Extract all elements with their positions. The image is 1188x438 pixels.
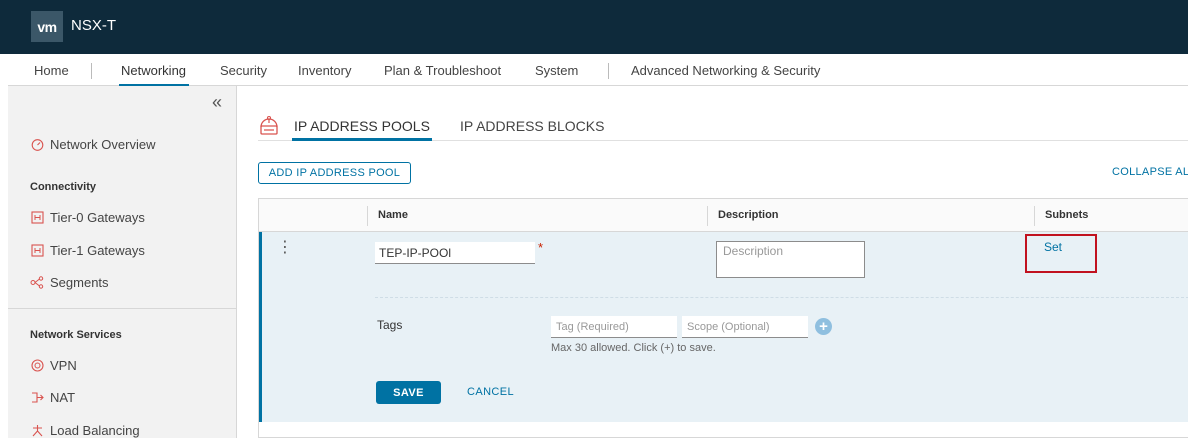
tag-input[interactable]	[551, 316, 677, 338]
tab-ip-address-pools[interactable]: IP ADDRESS POOLS	[292, 118, 432, 141]
gateway-icon	[30, 211, 44, 225]
set-subnets-link[interactable]: Set	[1044, 240, 1062, 254]
column-header-name[interactable]: Name	[378, 209, 408, 221]
nav-inventory[interactable]: Inventory	[298, 63, 351, 78]
sidebar: « Network Overview Connectivity Tier-0 G…	[8, 86, 237, 438]
row-divider	[375, 297, 1188, 298]
column-divider	[1034, 206, 1035, 226]
vmware-logo: vm	[31, 11, 63, 42]
required-indicator: *	[538, 240, 544, 255]
sidebar-section-network-services: Network Services	[30, 329, 122, 341]
sidebar-item-segments[interactable]: Segments	[30, 275, 109, 290]
row-actions-icon[interactable]: ⋮	[277, 240, 293, 256]
sidebar-item-label: Tier-1 Gateways	[50, 243, 145, 258]
nav-security[interactable]: Security	[220, 63, 267, 78]
column-divider	[367, 206, 368, 226]
collapse-sidebar-icon[interactable]: «	[212, 92, 222, 113]
app-title: NSX-T	[71, 17, 116, 34]
sidebar-item-label: NAT	[50, 390, 76, 405]
nav-home[interactable]: Home	[34, 63, 69, 78]
ip-pools-grid: Name Description Subnets ⋮ * Set Tags + …	[258, 198, 1188, 438]
row-selection-indicator	[259, 232, 262, 422]
grid-header: Name Description Subnets	[259, 199, 1188, 232]
sidebar-item-network-overview[interactable]: Network Overview	[30, 137, 155, 152]
column-header-subnets[interactable]: Subnets	[1045, 209, 1088, 221]
gateway-icon	[30, 244, 44, 258]
main-nav: Home Networking Security Inventory Plan …	[8, 54, 1188, 87]
sidebar-item-nat[interactable]: NAT	[30, 390, 75, 405]
sidebar-item-label: Tier-0 Gateways	[50, 210, 145, 225]
nav-divider	[91, 63, 92, 79]
tab-bar: IP ADDRESS POOLS IP ADDRESS BLOCKS	[258, 114, 1188, 141]
column-header-description[interactable]: Description	[718, 209, 779, 221]
sidebar-item-label: Load Balancing	[50, 423, 140, 438]
gauge-icon	[30, 138, 44, 152]
top-header: vm NSX-T	[0, 0, 1188, 54]
add-tag-icon[interactable]: +	[815, 318, 832, 335]
description-field[interactable]	[716, 241, 865, 278]
column-divider	[707, 206, 708, 226]
cancel-button[interactable]: CANCEL	[467, 386, 514, 398]
sidebar-item-vpn[interactable]: VPN	[30, 358, 77, 373]
sidebar-item-label: VPN	[50, 358, 77, 373]
tags-label: Tags	[377, 318, 403, 332]
sidebar-section-connectivity: Connectivity	[30, 181, 97, 193]
table-row-editing: ⋮ * Set Tags + Max 30 allowed. Click (+)…	[259, 232, 1188, 422]
segments-icon	[30, 276, 44, 290]
sidebar-item-tier0-gateways[interactable]: Tier-0 Gateways	[30, 210, 145, 225]
sidebar-item-label: Segments	[50, 275, 109, 290]
tab-ip-address-blocks[interactable]: IP ADDRESS BLOCKS	[460, 118, 604, 134]
nav-plan-troubleshoot[interactable]: Plan & Troubleshoot	[384, 63, 501, 78]
sidebar-item-load-balancing[interactable]: Load Balancing	[30, 423, 140, 438]
tags-hint: Max 30 allowed. Click (+) to save.	[551, 342, 716, 354]
sidebar-item-tier1-gateways[interactable]: Tier-1 Gateways	[30, 243, 145, 258]
pool-name-input[interactable]	[375, 242, 535, 264]
ip-pool-icon	[258, 114, 280, 136]
sidebar-divider	[8, 308, 236, 309]
nav-advanced-networking[interactable]: Advanced Networking & Security	[631, 63, 820, 78]
nav-system[interactable]: System	[535, 63, 578, 78]
vpn-icon	[30, 359, 44, 373]
nat-icon	[30, 391, 44, 405]
add-ip-address-pool-button[interactable]: ADD IP ADDRESS POOL	[258, 162, 411, 184]
scope-input[interactable]	[682, 316, 808, 338]
collapse-all-link[interactable]: COLLAPSE AL	[1112, 166, 1188, 178]
nav-networking[interactable]: Networking	[118, 63, 190, 87]
main-content: IP ADDRESS POOLS IP ADDRESS BLOCKS ADD I…	[237, 86, 1188, 438]
save-button[interactable]: SAVE	[376, 381, 441, 404]
sidebar-item-label: Network Overview	[50, 137, 156, 152]
nav-divider	[608, 63, 609, 79]
load-balancer-icon	[30, 424, 44, 438]
